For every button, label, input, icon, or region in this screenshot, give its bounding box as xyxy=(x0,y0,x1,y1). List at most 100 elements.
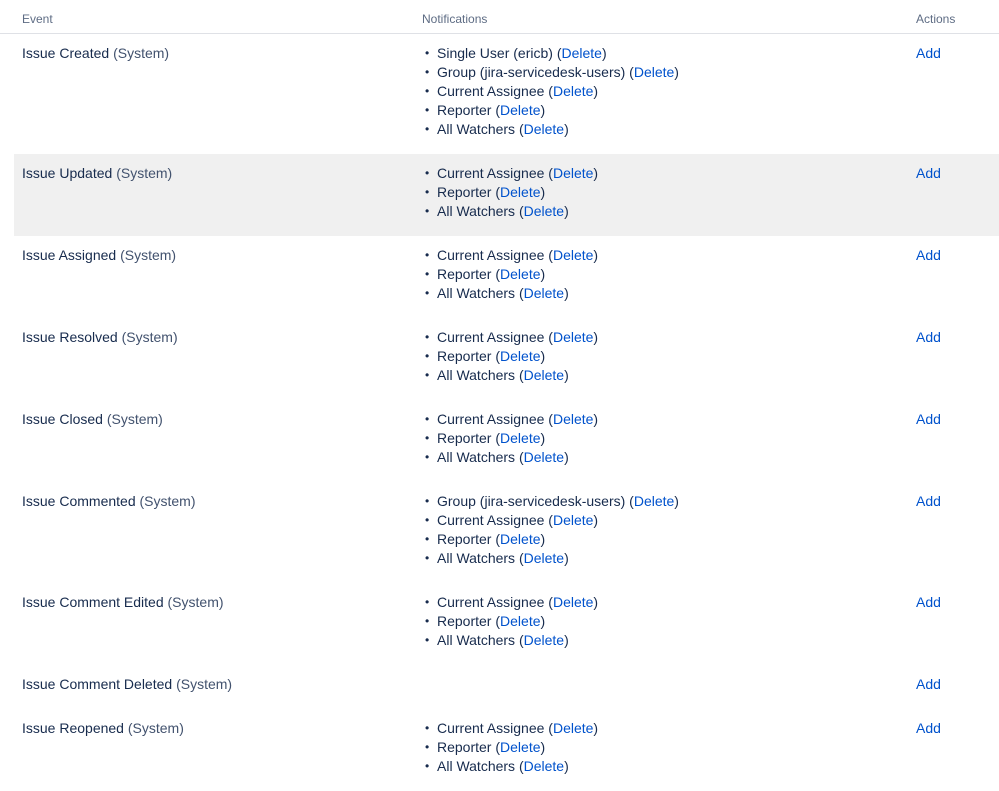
actions-cell: Add xyxy=(916,675,941,694)
bullet-icon: • xyxy=(425,166,430,180)
notification-label: Current Assignee ( xyxy=(437,329,553,345)
bullet-icon: • xyxy=(425,759,430,773)
notification-close-paren: ) xyxy=(564,449,569,465)
notification-label: All Watchers ( xyxy=(437,550,524,566)
delete-notification-link[interactable]: Delete xyxy=(524,632,564,648)
delete-notification-link[interactable]: Delete xyxy=(524,758,564,774)
add-notification-link[interactable]: Add xyxy=(916,493,941,509)
table-row: Issue Created (System) • Single User (eric… xyxy=(14,34,999,154)
notification-label: Reporter ( xyxy=(437,430,501,446)
notification-label: Group (jira-servicedesk-users) ( xyxy=(437,64,634,80)
delete-notification-link[interactable]: Delete xyxy=(524,367,564,383)
delete-notification-link[interactable]: Delete xyxy=(553,247,593,263)
bullet-icon: • xyxy=(425,431,430,445)
event-cell: Issue Reopened (System) xyxy=(22,719,184,738)
bullet-icon: • xyxy=(425,349,430,363)
delete-notification-link[interactable]: Delete xyxy=(524,550,564,566)
notification-item: • All Watchers (Delete) xyxy=(422,631,598,650)
notification-item: • All Watchers (Delete) xyxy=(422,284,598,303)
delete-notification-link[interactable]: Delete xyxy=(524,285,564,301)
actions-cell: Add xyxy=(916,246,941,265)
notification-item: • All Watchers (Delete) xyxy=(422,202,598,221)
delete-notification-link[interactable]: Delete xyxy=(553,512,593,528)
notification-close-paren: ) xyxy=(540,266,546,282)
delete-notification-link[interactable]: Delete xyxy=(500,184,540,200)
table-body: Issue Created (System) • Single User (eric… xyxy=(0,34,999,791)
notifications-list: • Current Assignee (Delete) • Reporter (Del… xyxy=(422,246,598,303)
actions-cell: Add xyxy=(916,719,941,738)
notification-item: • Group (jira-servicedesk-users) (Delete) xyxy=(422,492,679,511)
event-type: (System) xyxy=(121,329,178,345)
delete-notification-link[interactable]: Delete xyxy=(500,613,540,629)
bullet-icon: • xyxy=(425,595,430,609)
delete-notification-link[interactable]: Delete xyxy=(500,430,540,446)
notification-item: • Reporter (Delete) xyxy=(422,265,598,284)
bullet-icon: • xyxy=(425,614,430,628)
column-header-actions: Actions xyxy=(916,12,956,26)
notification-item: • Current Assignee (Delete) xyxy=(422,246,598,265)
delete-notification-link[interactable]: Delete xyxy=(553,83,593,99)
bullet-icon: • xyxy=(425,103,430,117)
notification-item: • Current Assignee (Delete) xyxy=(422,719,598,738)
add-notification-link[interactable]: Add xyxy=(916,676,941,692)
event-cell: Issue Updated (System) xyxy=(22,164,172,183)
notification-label: Reporter ( xyxy=(437,739,501,755)
actions-cell: Add xyxy=(916,164,941,183)
delete-notification-link[interactable]: Delete xyxy=(553,594,593,610)
add-notification-link[interactable]: Add xyxy=(916,594,941,610)
delete-notification-link[interactable]: Delete xyxy=(553,720,593,736)
notification-label: Current Assignee ( xyxy=(437,83,553,99)
delete-notification-link[interactable]: Delete xyxy=(553,329,593,345)
delete-notification-link[interactable]: Delete xyxy=(500,739,540,755)
delete-notification-link[interactable]: Delete xyxy=(561,45,601,61)
actions-cell: Add xyxy=(916,410,941,429)
bullet-icon: • xyxy=(425,412,430,426)
notification-close-paren: ) xyxy=(564,550,569,566)
add-notification-link[interactable]: Add xyxy=(916,165,941,181)
bullet-icon: • xyxy=(425,204,430,218)
bullet-icon: • xyxy=(425,46,430,60)
delete-notification-link[interactable]: Delete xyxy=(500,266,540,282)
delete-notification-link[interactable]: Delete xyxy=(500,348,540,364)
delete-notification-link[interactable]: Delete xyxy=(524,121,564,137)
bullet-icon: • xyxy=(425,532,430,546)
notification-item: • Current Assignee (Delete) xyxy=(422,593,598,612)
delete-notification-link[interactable]: Delete xyxy=(500,102,540,118)
event-type: (System) xyxy=(120,247,177,263)
notification-label: All Watchers ( xyxy=(437,632,524,648)
delete-notification-link[interactable]: Delete xyxy=(524,203,564,219)
notification-scheme-table: Event Notifications Actions Issue Create… xyxy=(0,0,999,791)
notification-close-paren: ) xyxy=(540,430,546,446)
notification-label: Reporter ( xyxy=(437,348,501,364)
event-cell: Issue Created (System) xyxy=(22,44,169,63)
notification-label: Reporter ( xyxy=(437,266,501,282)
notification-item: • Current Assignee (Delete) xyxy=(422,82,679,101)
bullet-icon: • xyxy=(425,248,430,262)
notification-item: • Current Assignee (Delete) xyxy=(422,328,598,347)
notification-item: • Current Assignee (Delete) xyxy=(422,410,598,429)
add-notification-link[interactable]: Add xyxy=(916,720,941,736)
notification-label: Current Assignee ( xyxy=(437,165,553,181)
notification-label: Current Assignee ( xyxy=(437,594,553,610)
add-notification-link[interactable]: Add xyxy=(916,45,941,61)
delete-notification-link[interactable]: Delete xyxy=(634,64,674,80)
delete-notification-link[interactable]: Delete xyxy=(553,165,593,181)
event-cell: Issue Resolved (System) xyxy=(22,328,178,347)
add-notification-link[interactable]: Add xyxy=(916,247,941,263)
delete-notification-link[interactable]: Delete xyxy=(524,449,564,465)
notification-item: • Current Assignee (Delete) xyxy=(422,511,679,530)
notification-label: Group (jira-servicedesk-users) ( xyxy=(437,493,634,509)
notification-close-paren: ) xyxy=(540,739,546,755)
notification-item: • Reporter (Delete) xyxy=(422,612,598,631)
delete-notification-link[interactable]: Delete xyxy=(634,493,674,509)
notification-item: • All Watchers (Delete) xyxy=(422,366,598,385)
notification-close-paren: ) xyxy=(564,632,569,648)
notification-item: • Single User (ericb) (Delete) xyxy=(422,44,679,63)
delete-notification-link[interactable]: Delete xyxy=(500,531,540,547)
add-notification-link[interactable]: Add xyxy=(916,329,941,345)
event-name: Issue Reopened xyxy=(22,720,124,736)
delete-notification-link[interactable]: Delete xyxy=(553,411,593,427)
notification-item: • Reporter (Delete) xyxy=(422,429,598,448)
add-notification-link[interactable]: Add xyxy=(916,411,941,427)
notifications-list: • Current Assignee (Delete) • Reporter (Del… xyxy=(422,328,598,385)
